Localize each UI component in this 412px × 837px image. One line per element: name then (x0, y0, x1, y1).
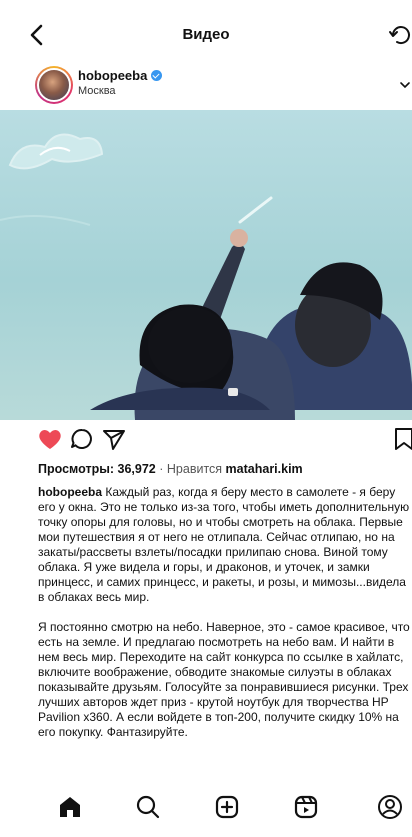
home-icon[interactable] (56, 793, 84, 821)
post-location[interactable]: Москва (78, 85, 116, 97)
bookmark-icon[interactable] (390, 425, 412, 453)
search-icon[interactable] (134, 793, 162, 821)
comment-icon[interactable] (68, 425, 96, 453)
caption-text-1: Каждый раз, когда я беру место в самолет… (38, 485, 410, 604)
views-line: Просмотры: 36,972 · Нравится matahari.ki… (38, 462, 303, 476)
separator: · (159, 462, 164, 476)
post-username[interactable]: hobopeeba (78, 68, 147, 83)
post-caption: hobopeeba Каждый раз, когда я беру место… (38, 485, 410, 755)
bottom-navigation (0, 785, 412, 837)
views-count: Просмотры: 36,972 (38, 462, 156, 476)
caption-username[interactable]: hobopeeba (38, 485, 102, 499)
reels-icon[interactable] (292, 793, 320, 821)
refresh-icon[interactable] (388, 22, 412, 48)
profile-icon[interactable] (376, 793, 404, 821)
avatar[interactable] (35, 66, 73, 104)
username-row: hobopeeba (78, 68, 163, 83)
caption-paragraph-2: Я постоянно смотрю на небо. Наверное, эт… (38, 620, 410, 740)
caption-paragraph-1: hobopeeba Каждый раз, когда я беру место… (38, 485, 410, 605)
post-actions (0, 425, 412, 455)
top-bar: Видео (0, 0, 412, 70)
chevron-down-icon[interactable] (398, 78, 412, 92)
video-frame-illustration (0, 133, 412, 420)
liked-by-prefix: Нравится (166, 462, 223, 476)
post-header: hobopeeba Москва (0, 62, 412, 108)
heart-filled-icon[interactable] (36, 425, 64, 453)
send-icon[interactable] (100, 425, 128, 453)
page-title: Видео (182, 26, 230, 43)
liked-by-user[interactable]: matahari.kim (226, 462, 303, 476)
video-player[interactable] (0, 110, 412, 420)
create-icon[interactable] (213, 793, 241, 821)
verified-badge-icon (151, 70, 163, 81)
caption-text-2: Я постоянно смотрю на небо. Наверное, эт… (38, 620, 410, 739)
